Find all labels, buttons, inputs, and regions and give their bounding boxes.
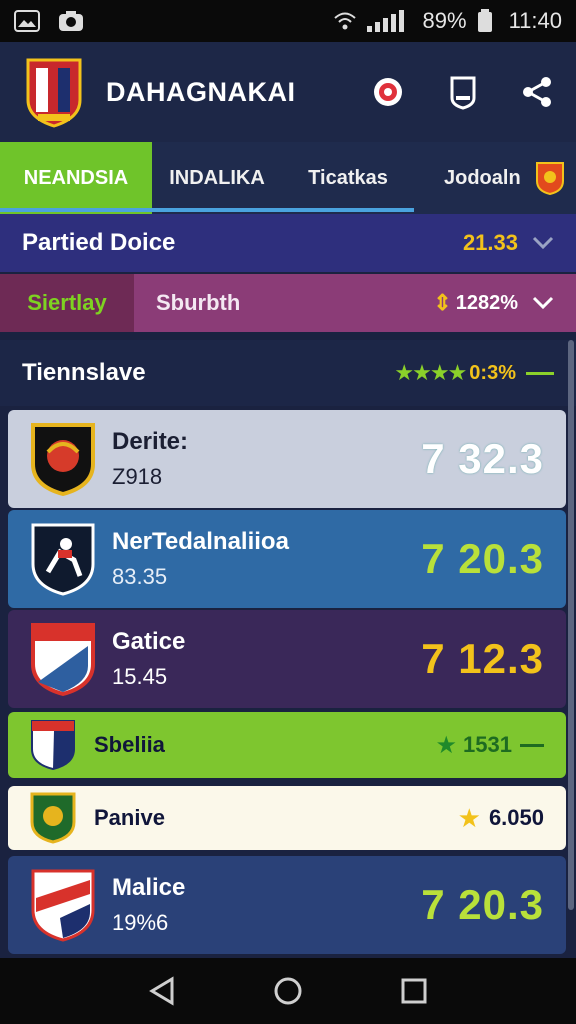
- camera-icon: [59, 11, 83, 31]
- scrollbar[interactable]: [568, 340, 574, 910]
- team-name: Panive: [94, 805, 165, 830]
- filter-value: 1282%: [455, 291, 518, 314]
- wifi-icon: [333, 12, 356, 30]
- club-crest-icon: [31, 423, 95, 496]
- team-score: 7 20.3: [421, 881, 544, 928]
- recents-icon[interactable]: [400, 977, 428, 1005]
- star-rating: ★★★★: [394, 360, 467, 385]
- chevron-down-icon[interactable]: [532, 296, 554, 310]
- rating-value: 0:3%: [469, 361, 516, 384]
- battery-icon: [477, 9, 492, 32]
- club-crest-icon: [535, 162, 564, 195]
- filter-label: Sburbth: [156, 290, 241, 315]
- team-stat: 19%6: [112, 910, 169, 935]
- score-line: [520, 743, 544, 747]
- list-item[interactable]: Gatice 15.45 7 12.3: [8, 610, 566, 708]
- team-name: Malice: [112, 874, 186, 901]
- team-name: NerTedalnaliioa: [112, 528, 289, 555]
- tab-jodoaln[interactable]: Jodoaln: [414, 142, 576, 214]
- image-icon: [14, 10, 40, 32]
- club-crest-icon: [31, 720, 75, 771]
- battery-percent: 89%: [422, 8, 467, 33]
- team-stat: Z918: [112, 464, 163, 489]
- team-name: Gatice: [112, 628, 186, 655]
- list-item[interactable]: Sbeliia ★ 1531: [8, 712, 566, 778]
- clock: 11:40: [508, 8, 562, 33]
- chevron-down-icon[interactable]: [532, 236, 554, 250]
- tab-jodoaln-label: Jodoaln: [444, 166, 521, 189]
- team-score: 7 20.3: [421, 535, 544, 582]
- team-name: Sbeliia: [94, 732, 165, 757]
- back-icon[interactable]: [148, 976, 176, 1006]
- filter-tag[interactable]: Siertlay: [0, 274, 134, 332]
- section-header: Tiennslave ★★★★ 0:3%: [0, 340, 576, 406]
- team-stat: 83.35: [112, 564, 168, 589]
- team-score: 7 32.3: [421, 435, 544, 482]
- filter-arrow-icon: ⇕: [433, 290, 452, 315]
- tab-indalika[interactable]: INDALIKA: [152, 142, 282, 214]
- list-item[interactable]: Derite: Z918 7 32.3: [8, 410, 566, 508]
- status-bar: 89% 11:40: [0, 0, 576, 42]
- club-crest-icon: [31, 869, 95, 942]
- list-item[interactable]: NerTedalnaliioa 83.35 7 20.3: [8, 510, 566, 608]
- shield-icon[interactable]: [448, 74, 478, 110]
- filter-row[interactable]: Siertlay Sburbth ⇕ 1282%: [0, 274, 576, 332]
- system-nav-bar: [0, 958, 576, 1024]
- section-title: Tiennslave: [22, 359, 146, 386]
- club-crest-icon: [30, 792, 76, 844]
- team-score: 7 12.3: [421, 635, 544, 682]
- signal-icon: [366, 10, 404, 32]
- team-score: 6.050: [488, 805, 544, 830]
- summary-value: 21.33: [462, 230, 518, 255]
- tab-indicator: [0, 208, 414, 212]
- summary-label: Partied Doice: [22, 229, 176, 256]
- club-crest-icon: [31, 623, 95, 696]
- team-score: 1531: [463, 732, 512, 757]
- star-icon: ★: [457, 802, 481, 833]
- app-logo: [26, 58, 82, 128]
- tab-neandsia[interactable]: NEANDSIA: [0, 142, 152, 214]
- team-name: Derite:: [112, 428, 189, 455]
- summary-row[interactable]: Partied Doice 21.33: [0, 214, 576, 272]
- team-stat: 15.45: [112, 664, 168, 689]
- tab-ticatkas[interactable]: Ticatkas: [282, 142, 414, 214]
- app-header: DAHAGNAKAI: [0, 42, 576, 142]
- list-item[interactable]: Malice 19%6 7 20.3: [8, 856, 566, 954]
- star-icon: ★: [435, 731, 458, 759]
- share-icon[interactable]: [522, 76, 552, 108]
- app-title: DAHAGNAKAI: [106, 76, 296, 107]
- club-crest-icon: [31, 523, 95, 596]
- rating-line: [526, 371, 554, 375]
- home-icon[interactable]: [273, 976, 303, 1006]
- filter-tag-label: Siertlay: [27, 290, 107, 315]
- record-icon[interactable]: [372, 76, 404, 108]
- list-item[interactable]: Panive ★ 6.050: [8, 786, 566, 850]
- tab-bar: NEANDSIA INDALIKA Ticatkas Jodoaln: [0, 142, 576, 214]
